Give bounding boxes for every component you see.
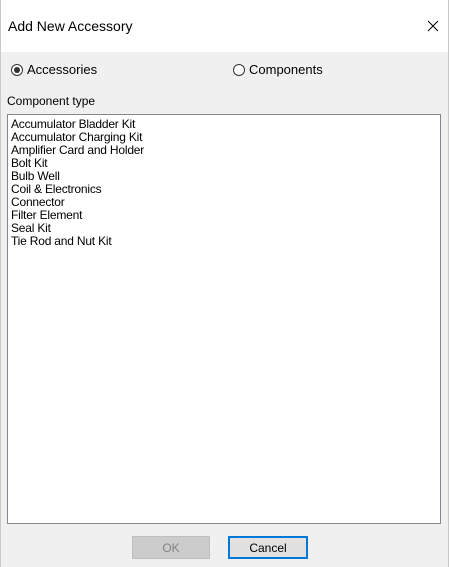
component-type-listbox[interactable]: Accumulator Bladder Kit Accumulator Charg…: [7, 114, 441, 524]
radio-accessories-indicator[interactable]: [11, 63, 23, 76]
list-item[interactable]: Amplifier Card and Holder: [11, 144, 440, 157]
radio-components[interactable]: Components: [233, 62, 323, 77]
ok-button[interactable]: OK: [132, 536, 210, 559]
radio-accessories[interactable]: Accessories: [11, 62, 97, 77]
cancel-button[interactable]: Cancel: [228, 536, 308, 559]
radio-components-indicator[interactable]: [233, 63, 245, 76]
dialog-title: Add New Accessory: [8, 18, 133, 34]
radio-accessories-label[interactable]: Accessories: [27, 62, 97, 77]
title-bar: Add New Accessory: [1, 0, 448, 52]
radio-components-label[interactable]: Components: [249, 62, 323, 77]
component-type-list[interactable]: Accumulator Bladder Kit Accumulator Charg…: [8, 115, 440, 248]
list-item[interactable]: Coil & Electronics: [11, 183, 440, 196]
list-item[interactable]: Tie Rod and Nut Kit: [11, 235, 440, 248]
close-button[interactable]: [418, 8, 448, 44]
dialog-body: Accessories Components Component type Ac…: [1, 52, 448, 567]
component-type-label: Component type: [7, 94, 96, 108]
list-item[interactable]: Filter Element: [11, 209, 440, 222]
list-item[interactable]: Bolt Kit: [11, 157, 440, 170]
close-icon: [427, 20, 439, 32]
add-new-accessory-dialog: Add New Accessory Accessories Components…: [0, 0, 449, 567]
